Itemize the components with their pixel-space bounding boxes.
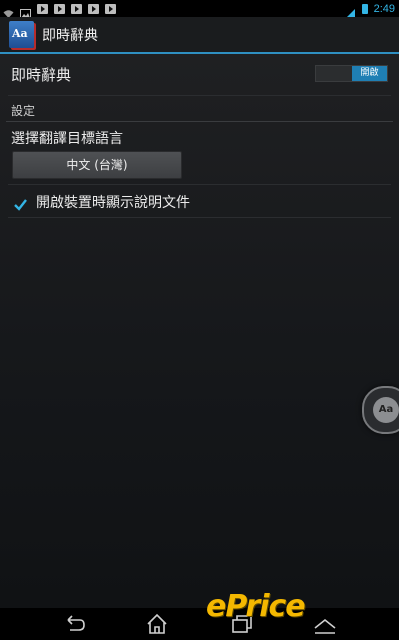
dictionary-icon: Aa — [373, 397, 399, 423]
divider — [8, 217, 391, 218]
wifi-icon — [3, 4, 14, 18]
status-bar: 2:49 — [0, 0, 399, 19]
master-switch-thumb: 開啟 — [352, 66, 387, 81]
battery-icon — [361, 3, 368, 14]
play-icon — [54, 3, 65, 14]
help-doc-label: 開啟裝置時顯示說明文件 — [36, 195, 190, 211]
home-icon[interactable] — [144, 612, 170, 636]
play-icon — [37, 3, 48, 14]
help-doc-checkbox[interactable] — [14, 196, 27, 211]
target-language-button[interactable]: 中文 (台灣) — [12, 151, 182, 179]
watermark: ePrice — [206, 589, 306, 624]
play-icon — [88, 3, 99, 14]
app-logo-icon[interactable]: Aa — [9, 21, 34, 48]
status-time: 2:49 — [373, 2, 395, 15]
image-icon — [20, 4, 31, 19]
play-icon — [71, 3, 82, 14]
settings-content: 即時辭典 開啟 設定 選擇翻譯目標語言 中文 (台灣) 開啟裝置時顯示說明文件 — [0, 54, 399, 608]
action-bar: Aa 即時辭典 — [0, 17, 399, 54]
back-icon[interactable] — [60, 612, 86, 636]
divider — [8, 95, 391, 96]
help-doc-row[interactable]: 開啟裝置時顯示說明文件 — [0, 187, 399, 217]
page-title: 即時辭典 — [42, 27, 98, 44]
signal-icon — [344, 4, 356, 19]
section-header-settings: 設定 — [11, 104, 36, 118]
checkmark-icon — [14, 198, 27, 211]
master-switch[interactable]: 開啟 — [315, 65, 388, 82]
navigation-bar — [0, 608, 399, 640]
master-toggle-label: 即時辭典 — [11, 66, 72, 84]
play-icon — [105, 3, 116, 14]
target-language-title: 選擇翻譯目標語言 — [11, 131, 123, 147]
floating-dictionary-button[interactable]: Aa — [362, 386, 399, 434]
master-toggle-row[interactable]: 即時辭典 開啟 — [0, 54, 399, 95]
section-divider — [6, 121, 393, 122]
chevron-up-icon[interactable] — [312, 612, 338, 636]
app-logo-text: Aa — [12, 27, 28, 40]
divider — [8, 184, 391, 185]
